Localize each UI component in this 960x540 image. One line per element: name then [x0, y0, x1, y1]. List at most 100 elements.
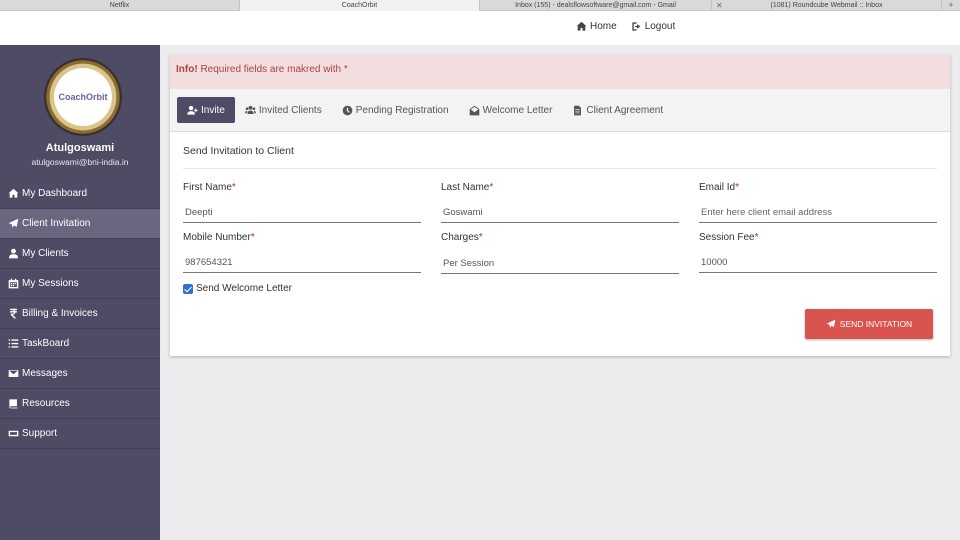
users-icon [244, 105, 256, 114]
coachorbit-logo: CoachOrbit [44, 58, 122, 136]
email-label: Email Id* [699, 182, 739, 193]
welcome-letter-label: Send Welcome Letter [196, 283, 292, 294]
required-mark: * [754, 232, 759, 243]
session-fee-label-text: Session Fee [699, 232, 755, 243]
section-divider [183, 168, 937, 169]
tab-label: Invited Clients [258, 104, 322, 116]
logo-text: CoachOrbit [58, 92, 108, 102]
email-label-text: Email Id [699, 182, 736, 193]
ticket-icon [8, 430, 19, 437]
last-name-label-text: Last Name [441, 182, 490, 193]
first-name-input[interactable] [183, 203, 421, 223]
sidebar-menu: My Dashboard Client Invitation My Client… [0, 179, 160, 449]
welcome-letter-row: Send Welcome Letter [183, 283, 292, 294]
envelope-open-icon [469, 105, 479, 115]
sidebar-item-label: Resources [22, 398, 70, 409]
paper-plane-icon [826, 319, 836, 328]
browser-tab-label: CoachOrbit [341, 2, 378, 9]
browser-tab-netflix[interactable]: Netflix [0, 0, 240, 11]
file-icon [574, 105, 582, 115]
logout-link[interactable]: Logout [631, 21, 676, 32]
calendar-icon [8, 278, 19, 289]
browser-tab-label: Netflix [109, 2, 130, 9]
sidebar-item-label: Billing & Invoices [22, 308, 98, 319]
home-link-label: Home [590, 21, 617, 32]
sidebar-item-my-dashboard[interactable]: My Dashboard [0, 179, 160, 209]
browser-tab-coachorbit[interactable]: CoachOrbit [240, 0, 480, 11]
browser-tab-label: (1081) Roundcube Webmail :: Inbox [770, 2, 883, 9]
tab-client-agreement[interactable]: Client Agreement [562, 97, 673, 123]
mobile-number-label: Mobile Number* [183, 232, 255, 243]
tab-label: Welcome Letter [482, 104, 553, 116]
required-mark: * [489, 182, 494, 193]
last-name-input[interactable] [441, 203, 679, 223]
sidebar-item-label: Support [22, 428, 58, 439]
new-tab-icon[interactable]: + [942, 0, 960, 11]
logout-link-label: Logout [644, 21, 676, 32]
sidebar-item-taskboard[interactable]: TaskBoard [0, 329, 160, 359]
browser-tab-roundcube[interactable]: ✕ (1081) Roundcube Webmail :: Inbox [712, 0, 942, 11]
clock-icon [342, 105, 353, 115]
home-icon [8, 188, 19, 198]
alert-text: Required fields are makred with * [200, 64, 348, 75]
rupee-icon [10, 308, 17, 319]
required-mark: * [735, 182, 740, 193]
browser-tab-strip: Netflix CoachOrbit Inbox (155) - dealsfl… [0, 0, 960, 11]
invitation-card: Info! Required fields are makred with * … [170, 55, 950, 356]
user-plus-icon [187, 105, 198, 115]
tab-bar: Invite Invited Clients Pending Registrat… [170, 89, 950, 132]
user-email: atulgoswami@bni-india.in [31, 157, 129, 167]
book-icon [9, 399, 18, 409]
welcome-letter-checkbox[interactable] [183, 283, 193, 294]
envelope-icon [8, 370, 19, 377]
sidebar-item-label: Messages [22, 368, 68, 379]
charges-select[interactable] [441, 254, 679, 274]
sidebar-item-label: My Clients [22, 248, 69, 259]
sidebar-item-billing-invoices[interactable]: Billing & Invoices [0, 299, 160, 329]
required-mark: * [478, 232, 483, 243]
required-mark: * [231, 182, 236, 193]
sidebar-item-resources[interactable]: Resources [0, 389, 160, 419]
sidebar-item-label: My Sessions [22, 278, 79, 289]
info-alert: Info! Required fields are makred with * [170, 55, 950, 89]
sign-out-icon [632, 22, 640, 31]
charges-label-text: Charges [441, 232, 479, 243]
sidebar-item-label: My Dashboard [22, 188, 88, 199]
tab-invited-clients[interactable]: Invited Clients [235, 97, 332, 123]
last-name-label: Last Name* [441, 182, 493, 193]
sidebar-item-support[interactable]: Support [0, 419, 160, 449]
session-fee-input[interactable] [699, 253, 937, 273]
tab-label: Pending Registration [355, 104, 449, 116]
top-nav: Home Logout [576, 21, 675, 32]
sidebar-item-my-sessions[interactable]: My Sessions [0, 269, 160, 299]
user-name: Atulgoswami [45, 142, 115, 154]
sidebar-item-label: Client Invitation [22, 218, 91, 229]
close-tab-icon[interactable]: ✕ [716, 0, 723, 11]
tab-label: Client Agreement [586, 104, 664, 116]
email-input[interactable] [699, 203, 937, 223]
sidebar-item-messages[interactable]: Messages [0, 359, 160, 389]
charges-label: Charges* [441, 232, 483, 243]
browser-tab-label: Inbox (155) - dealsflowsoftware@gmail.co… [515, 2, 676, 9]
section-title: Send Invitation to Client [183, 145, 294, 157]
sidebar: CoachOrbit Atulgoswami atulgoswami@bni-i… [0, 45, 160, 540]
first-name-label: First Name* [183, 182, 236, 193]
top-header: Home Logout [0, 11, 960, 45]
browser-tab-gmail[interactable]: Inbox (155) - dealsflowsoftware@gmail.co… [480, 0, 712, 11]
send-invitation-button[interactable]: SEND INVITATION [805, 309, 933, 339]
tab-invite[interactable]: Invite [177, 97, 235, 123]
tab-pending-registration[interactable]: Pending Registration [332, 97, 459, 123]
required-mark: * [250, 232, 255, 243]
send-invitation-label: SEND INVITATION [839, 319, 913, 329]
mobile-number-label-text: Mobile Number [183, 232, 251, 243]
home-link[interactable]: Home [576, 21, 617, 32]
tab-label: Invite [201, 104, 225, 116]
mobile-number-input[interactable] [183, 253, 421, 273]
sidebar-item-label: TaskBoard [22, 338, 70, 349]
tab-welcome-letter[interactable]: Welcome Letter [459, 97, 563, 123]
sidebar-item-client-invitation[interactable]: Client Invitation [0, 209, 160, 239]
user-icon [9, 248, 18, 259]
paper-plane-icon [8, 218, 19, 228]
sidebar-item-my-clients[interactable]: My Clients [0, 239, 160, 269]
session-fee-label: Session Fee* [699, 232, 759, 243]
